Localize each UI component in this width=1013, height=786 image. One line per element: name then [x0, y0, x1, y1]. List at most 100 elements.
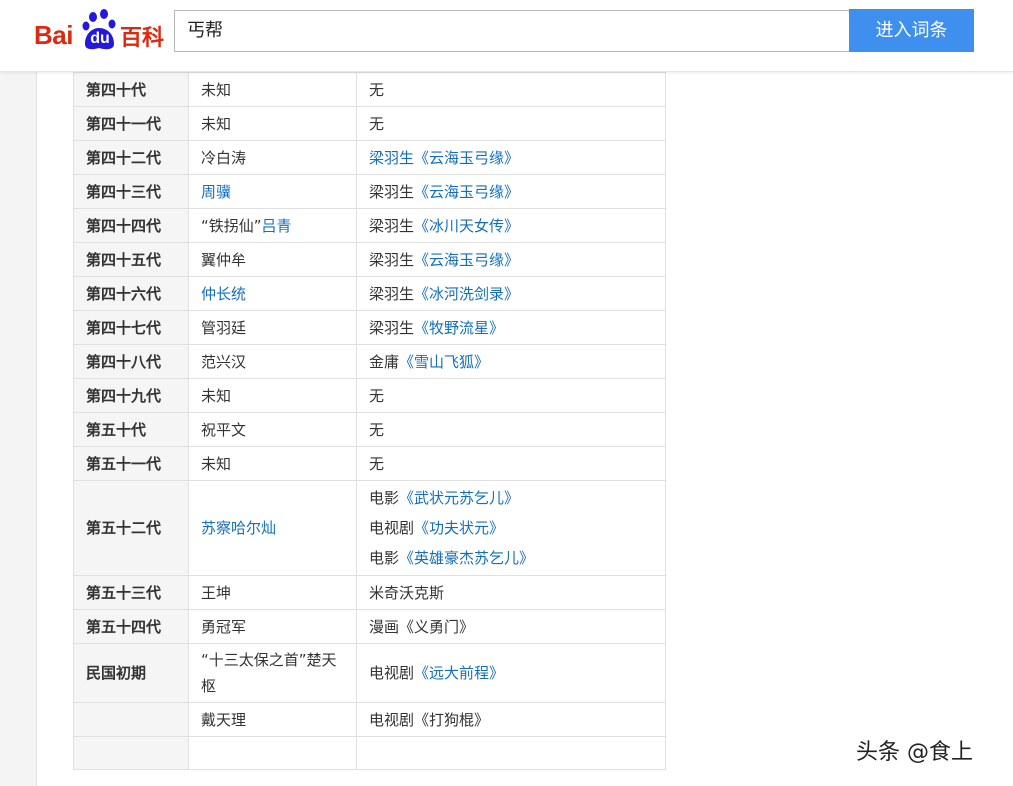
table-row: 第四十三代 周骥 梁羽生《云海玉弓缘》	[73, 174, 666, 209]
source-line: 电视剧《功夫状元》	[369, 513, 653, 543]
source-work-link[interactable]: 《远大前程》	[414, 664, 504, 682]
source-cell: 漫画《义勇门》	[356, 609, 666, 644]
leader-name-text: “铁拐仙”	[201, 216, 262, 235]
leader-name-cell	[188, 736, 357, 770]
leader-name-cell: 翼仲牟	[188, 242, 357, 277]
generation-cell	[73, 702, 189, 737]
source-line: 电视剧《远大前程》	[369, 658, 653, 688]
source-author-text: 电影	[369, 549, 400, 567]
table-row: 第四十二代 冷白涛 梁羽生《云海玉弓缘》	[73, 140, 666, 175]
table-row: 第五十一代 未知 无	[73, 446, 666, 481]
logo-du-text: du	[90, 30, 110, 47]
leader-name-cell: “十三太保之首”楚天枢	[188, 643, 357, 703]
leader-name-text: 范兴汉	[201, 352, 247, 371]
source-author-text: 无	[369, 80, 385, 99]
generation-cell: 第五十二代	[73, 480, 189, 576]
leader-name-text: 未知	[201, 114, 232, 133]
source-work-link[interactable]: 《云海玉弓缘》	[414, 251, 519, 269]
logo-bai-text: Bai	[34, 20, 73, 50]
leader-name-text: “十三太保之首”楚天枢	[201, 651, 337, 695]
source-work-link[interactable]: 《冰川天女传》	[414, 217, 519, 235]
search-input[interactable]: 丐帮	[174, 10, 850, 52]
source-cell: 梁羽生《冰川天女传》	[356, 208, 666, 243]
leader-name-link[interactable]: 吕青	[262, 217, 292, 235]
source-work-link[interactable]: 《雪山飞狐》	[399, 353, 489, 371]
source-line: 金庸《雪山飞狐》	[369, 347, 653, 377]
leaders-table: 第四十代 未知无第四十一代 未知无第四十二代 冷白涛 梁羽生《云海玉弓缘》 第四十三代 周骥…	[73, 72, 666, 770]
source-author-text: 梁羽生	[369, 216, 415, 235]
table-row: 第四十代 未知 无	[73, 72, 666, 107]
source-work-link[interactable]: 《武状元苏乞儿》	[399, 489, 519, 507]
leader-name-cell: 范兴汉	[188, 344, 357, 379]
source-author-text: 米奇沃克斯	[369, 583, 445, 602]
generation-cell: 第四十八代	[73, 344, 189, 379]
source-cell: 无	[356, 446, 666, 481]
generation-cell: 第五十三代	[73, 575, 189, 610]
table-row: 戴天理 电视剧《打狗棍》	[73, 702, 666, 737]
header-bar: Bai du 百科 丐帮 进入词条	[0, 0, 1013, 72]
enter-entry-button[interactable]: 进入词条	[849, 9, 974, 52]
source-line: 梁羽生《冰河洗剑录》	[369, 279, 653, 309]
leader-name-cell: 管羽廷	[188, 310, 357, 345]
source-line: 无	[369, 75, 653, 105]
source-author-text: 梁羽生	[369, 182, 415, 201]
source-line: 无	[369, 449, 653, 479]
source-cell: 电影《武状元苏乞儿》 电视剧《功夫状元》 电影《英雄豪杰苏乞儿》	[356, 480, 666, 576]
generation-cell: 第四十二代	[73, 140, 189, 175]
watermark-text: 头条 @食上	[856, 740, 973, 765]
source-work-link[interactable]: 《云海玉弓缘》	[414, 183, 519, 201]
source-cell: 无	[356, 106, 666, 141]
source-work-link[interactable]: 《牧野流星》	[414, 319, 504, 337]
source-cell: 电视剧《远大前程》	[356, 643, 666, 703]
source-cell: 梁羽生《冰河洗剑录》	[356, 276, 666, 311]
table-row: 第四十八代 范兴汉 金庸《雪山飞狐》	[73, 344, 666, 379]
source-work-link[interactable]: 《英雄豪杰苏乞儿》	[399, 549, 534, 567]
leader-name-cell: 冷白涛	[188, 140, 357, 175]
leader-name-text: 翼仲牟	[201, 250, 247, 269]
leader-name-cell: 周骥	[188, 174, 357, 209]
source-cell: 梁羽生《云海玉弓缘》	[356, 242, 666, 277]
table-row: 第四十一代 未知 无	[73, 106, 666, 141]
source-author-text: 电视剧	[369, 664, 415, 682]
table-row: 第五十二代 苏察哈尔灿 电影《武状元苏乞儿》 电视剧《功夫状元》 电影《英雄豪杰苏乞儿》	[73, 480, 666, 576]
source-work-link[interactable]: 《冰河洗剑录》	[414, 285, 519, 303]
source-line: 电视剧《打狗棍》	[369, 705, 653, 735]
generation-cell: 第五十一代	[73, 446, 189, 481]
leader-name-cell: 未知	[188, 446, 357, 481]
source-cell: 无	[356, 72, 666, 107]
source-cell: 无	[356, 412, 666, 447]
left-gutter	[0, 72, 37, 786]
table-row: 第四十四代 “铁拐仙”吕青 梁羽生《冰川天女传》	[73, 208, 666, 243]
source-author-text: 无	[369, 386, 385, 405]
leader-name-text: 王坤	[201, 583, 232, 602]
leader-name-link[interactable]: 苏察哈尔灿	[201, 519, 276, 537]
leader-name-text: 未知	[201, 80, 232, 99]
source-line: 梁羽生《云海玉弓缘》	[369, 177, 653, 207]
table-row	[73, 736, 666, 770]
source-work-link[interactable]: 《功夫状元》	[414, 519, 504, 537]
source-line: 梁羽生《牧野流星》	[369, 313, 653, 343]
generation-cell: 民国初期	[73, 643, 189, 703]
source-author-text: 无	[369, 420, 385, 439]
table-row: 第五十代 祝平文 无	[73, 412, 666, 447]
leader-name-text: 未知	[201, 386, 232, 405]
source-line: 米奇沃克斯	[369, 578, 653, 608]
source-cell: 梁羽生《牧野流星》	[356, 310, 666, 345]
leader-name-cell: 王坤	[188, 575, 357, 610]
source-work-link[interactable]: 梁羽生《云海玉弓缘》	[369, 149, 519, 167]
source-author-text: 电视剧《打狗棍》	[369, 710, 490, 729]
source-author-text: 无	[369, 114, 385, 133]
source-line: 无	[369, 109, 653, 139]
leader-name-link[interactable]: 仲长统	[201, 285, 246, 303]
leader-name-text: 祝平文	[201, 420, 247, 439]
table-row: 第四十五代 翼仲牟 梁羽生《云海玉弓缘》	[73, 242, 666, 277]
table-row: 民国初期 “十三太保之首”楚天枢 电视剧《远大前程》	[73, 643, 666, 703]
generation-cell: 第五十代	[73, 412, 189, 447]
leader-name-link[interactable]: 周骥	[201, 183, 231, 201]
source-cell: 金庸《雪山飞狐》	[356, 344, 666, 379]
generation-cell: 第四十三代	[73, 174, 189, 209]
table-row: 第四十九代 未知 无	[73, 378, 666, 413]
source-cell: 电视剧《打狗棍》	[356, 702, 666, 737]
generation-cell: 第四十代	[73, 72, 189, 107]
baidu-baike-logo[interactable]: Bai du 百科	[34, 8, 164, 52]
